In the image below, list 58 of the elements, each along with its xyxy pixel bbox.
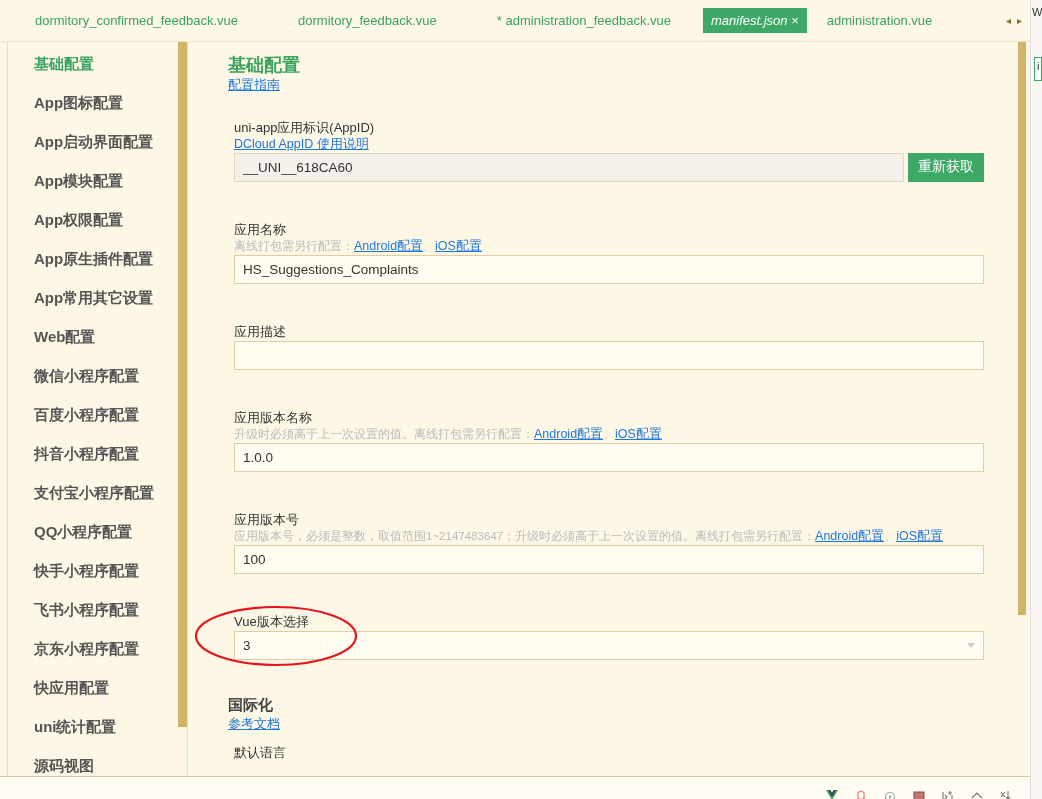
panel-field[interactable]: i (1034, 56, 1042, 81)
scroll-arrow[interactable]: ◂ (1005, 13, 1011, 28)
config-link[interactable]: Android配置 (354, 239, 424, 253)
field-label: uni-app应用标识(AppID) (234, 119, 376, 137)
sidebar-item[interactable]: 京东小程序配置 (34, 629, 139, 668)
doc-link[interactable]: 配置指南 (228, 77, 280, 93)
sidebar-item[interactable]: App模块配置 (34, 161, 124, 200)
scrollbar-thumb[interactable] (1018, 42, 1026, 615)
terminal-icon[interactable] (942, 790, 954, 799)
field-label: Vue版本选择 (234, 613, 310, 631)
section-title: 基础配置 (228, 54, 301, 76)
sidebar-item[interactable]: 抖音小程序配置 (34, 434, 139, 473)
sidebar-item[interactable]: 快手小程序配置 (34, 551, 139, 590)
field-label: 应用描述 (234, 323, 287, 341)
sidebar-item[interactable]: 支付宝小程序配置 (34, 473, 154, 512)
config-link[interactable]: Android配置 (815, 529, 885, 543)
sidebar-item[interactable]: uni统计配置 (34, 707, 117, 746)
sidebar-item[interactable]: App常用其它设置 (34, 278, 154, 317)
sidebar-item[interactable]: 快应用配置 (34, 668, 109, 707)
caret-icon (967, 643, 975, 648)
config-link[interactable]: iOS配置 (896, 529, 943, 543)
sidebar-item[interactable]: App启动界面配置 (34, 122, 154, 161)
section-title: 国际化 (228, 695, 274, 715)
sidebar-item[interactable]: App原生插件配置 (34, 239, 154, 278)
help-link[interactable]: DCloud AppID 使用说明 (234, 137, 369, 152)
play-icon[interactable] (884, 790, 896, 799)
field-label: 应用名称 (234, 221, 287, 239)
sidebar-item[interactable]: 百度小程序配置 (34, 395, 139, 434)
config-link[interactable]: Android配置 (534, 427, 604, 441)
sidebar-item[interactable]: Web配置 (34, 317, 96, 356)
text-field[interactable]: 1.0.0 (234, 443, 984, 472)
sidebar-item[interactable]: App图标配置 (34, 83, 124, 122)
separator-text: 、 (603, 428, 616, 440)
config-link[interactable]: iOS配置 (435, 239, 482, 253)
separator-text: 、 (884, 530, 897, 542)
sidebar-item[interactable]: 微信小程序配置 (34, 356, 139, 395)
field-label: 应用版本名称 (234, 409, 313, 427)
field-label: 默认语言 (234, 744, 287, 762)
vue-logo-icon[interactable] (826, 790, 838, 799)
select-field[interactable]: 3 (234, 631, 984, 660)
sidebar-item[interactable]: 飞书小程序配置 (34, 590, 139, 629)
text-field[interactable]: HS_Suggestions_Complaints (234, 255, 984, 284)
doc-link[interactable]: 参考文档 (228, 716, 280, 732)
sidebar-item[interactable]: App权限配置 (34, 200, 124, 239)
config-link[interactable]: iOS配置 (615, 427, 662, 441)
text-field[interactable] (234, 341, 984, 370)
field-label: 应用版本号 (234, 511, 300, 529)
text-field[interactable]: 100 (234, 545, 984, 574)
stop-icon[interactable] (913, 790, 925, 799)
separator-text: 、 (423, 240, 436, 252)
sidebar-item[interactable]: QQ小程序配置 (34, 512, 133, 551)
scroll-arrow[interactable]: ▸ (1016, 13, 1022, 28)
panel-title: W (1031, 5, 1042, 20)
clear-icon[interactable] (1000, 790, 1012, 799)
chevron-up-icon[interactable] (971, 790, 983, 799)
sidebar-item[interactable]: 源码视图 (34, 746, 94, 776)
scrollbar-thumb[interactable] (178, 42, 187, 727)
appid-field[interactable]: __UNI__618CA60 (234, 153, 904, 182)
